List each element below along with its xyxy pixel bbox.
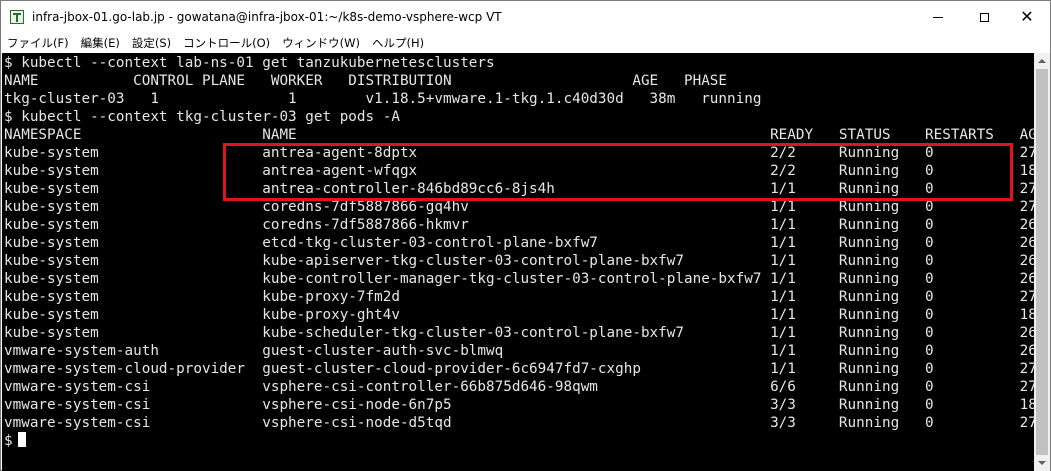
menu-edit[interactable]: 編集(E) <box>75 35 126 51</box>
menu-setup[interactable]: 設定(S) <box>126 35 177 51</box>
terminal-output[interactable]: $ kubectl --context lab-ns-01 get tanzuk… <box>2 53 1034 471</box>
terminal-app-icon[interactable] <box>10 10 24 24</box>
scroll-down-button[interactable] <box>1034 455 1050 471</box>
menu-bar: ファイル(F) 編集(E) 設定(S) コントロール(O) ウィンドウ(W) ヘ… <box>1 33 1050 52</box>
terminal-line: kube-system kube-scheduler-tkg-cluster-0… <box>4 325 1034 341</box>
terminal-line: vmware-system-auth guest-cluster-auth-sv… <box>4 343 1034 359</box>
terminal-line: kube-system kube-controller-manager-tkg-… <box>4 271 1034 287</box>
arrow-down-icon <box>1038 461 1046 465</box>
terminal-line: vmware-system-csi vsphere-csi-node-6n7p5… <box>4 397 1034 413</box>
menu-help[interactable]: ヘルプ(H) <box>366 35 430 51</box>
terminal-window: infra-jbox-01.go-lab.jp - gowatana@infra… <box>0 0 1051 471</box>
terminal-line: $ kubectl --context lab-ns-01 get tanzuk… <box>4 55 495 71</box>
minimize-button[interactable] <box>915 1 961 33</box>
terminal-line: NAMESPACE NAME READY STATUS RESTARTS AGE <box>4 127 1034 143</box>
antrea-pods-highlight <box>223 143 1013 201</box>
arrow-up-icon <box>1038 59 1046 63</box>
terminal-line: vmware-system-csi vsphere-csi-node-d5tqd… <box>4 415 1034 431</box>
terminal-line: $ kubectl --context tkg-cluster-03 get p… <box>4 109 400 125</box>
terminal-line: NAME CONTROL PLANE WORKER DISTRIBUTION A… <box>4 73 728 89</box>
menu-window[interactable]: ウィンドウ(W) <box>276 35 366 51</box>
terminal-line: kube-system kube-apiserver-tkg-cluster-0… <box>4 253 1034 269</box>
maximize-icon <box>979 12 989 22</box>
minimize-icon <box>933 16 943 18</box>
window-title: infra-jbox-01.go-lab.jp - gowatana@infra… <box>32 10 502 24</box>
terminal-line: kube-system coredns-7df5887866-hkmvr 1/1… <box>4 217 1034 233</box>
terminal-prompt: $ <box>4 433 13 449</box>
menu-file[interactable]: ファイル(F) <box>1 35 75 51</box>
terminal-line: vmware-system-cloud-provider guest-clust… <box>4 361 1034 377</box>
terminal-line: kube-system etcd-tkg-cluster-03-control-… <box>4 235 1034 251</box>
terminal-line: kube-system kube-proxy-ght4v 1/1 Running… <box>4 307 1034 323</box>
scroll-thumb[interactable] <box>1036 69 1048 455</box>
vertical-scrollbar[interactable] <box>1034 53 1050 471</box>
title-bar[interactable]: infra-jbox-01.go-lab.jp - gowatana@infra… <box>1 1 1050 33</box>
terminal-line: kube-system kube-proxy-7fm2d 1/1 Running… <box>4 289 1034 305</box>
terminal-cursor <box>18 432 26 447</box>
terminal-line: vmware-system-csi vsphere-csi-controller… <box>4 379 1034 395</box>
close-icon: ✕ <box>1020 7 1034 26</box>
maximize-button[interactable] <box>961 1 1007 33</box>
close-button[interactable]: ✕ <box>1004 1 1050 33</box>
menu-control[interactable]: コントロール(O) <box>177 35 276 51</box>
scroll-up-button[interactable] <box>1034 53 1050 69</box>
terminal-line: tkg-cluster-03 1 1 v1.18.5+vmware.1-tkg.… <box>4 91 762 107</box>
